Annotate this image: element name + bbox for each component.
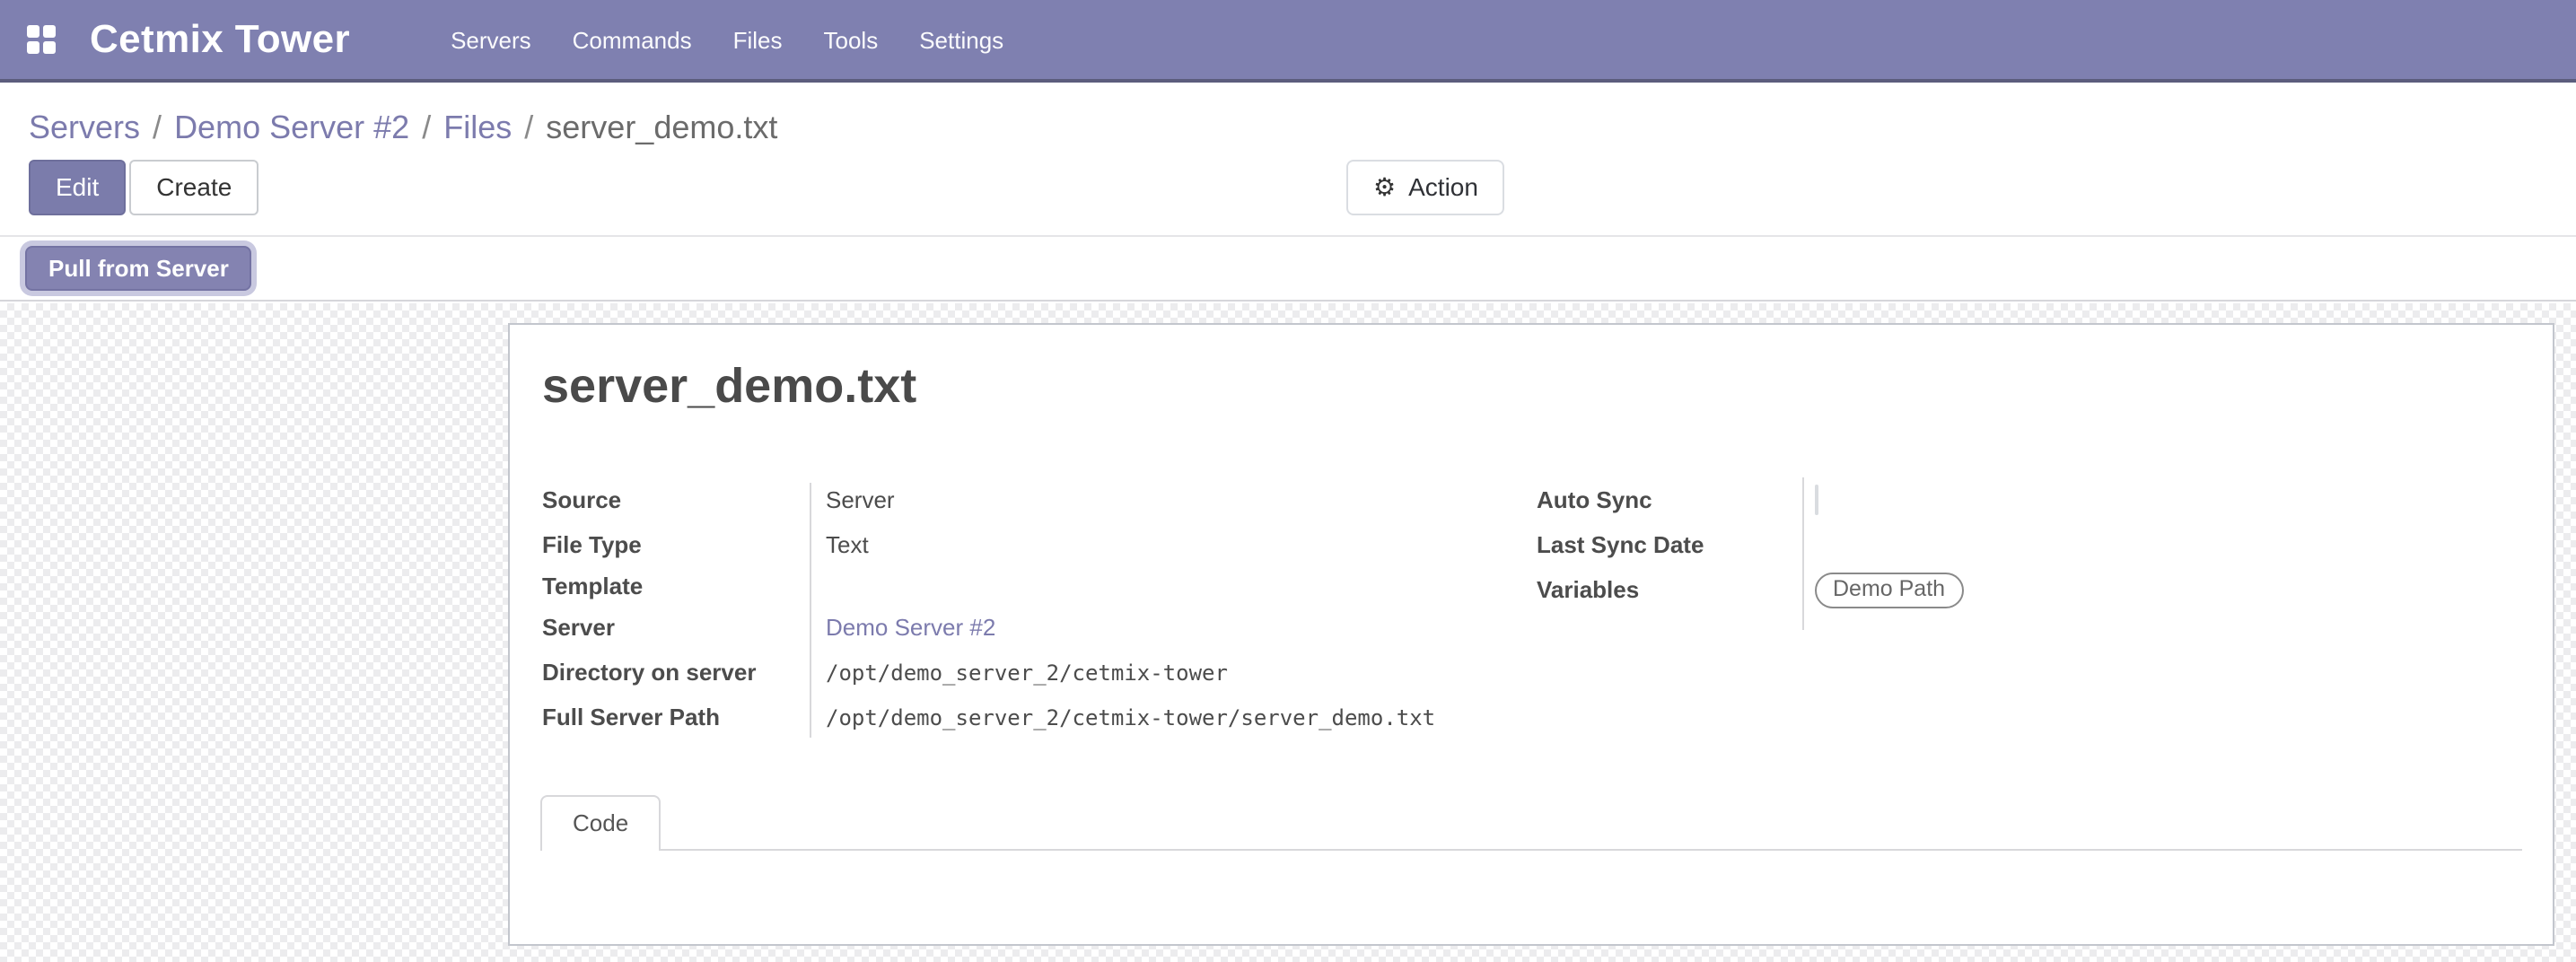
auto-sync-checkbox[interactable] — [1815, 485, 1818, 515]
control-panel: Servers / Demo Server #2 / Files / server_demo… — [0, 83, 2576, 235]
action-button-label: Action — [1408, 162, 1478, 214]
gear-icon: ⚙ — [1373, 162, 1396, 214]
tab-code[interactable]: Code — [540, 795, 661, 851]
field-row-auto-sync: Auto Sync — [1537, 477, 2291, 522]
notebook-header-line — [540, 849, 2522, 851]
apps-grid-icon[interactable] — [27, 25, 56, 54]
field-row-variables: Variables Demo Path — [1537, 567, 2291, 612]
app-brand[interactable]: Cetmix Tower — [90, 16, 350, 63]
field-label-server: Server — [542, 614, 810, 641]
breadcrumb-link-files[interactable]: Files — [443, 109, 512, 145]
form-statusbar: Pull from Server — [0, 235, 2576, 302]
field-value-directory: /opt/demo_server_2/cetmix-tower — [810, 660, 1228, 685]
field-label-source: Source — [542, 486, 810, 513]
field-value-source: Server — [810, 486, 895, 513]
pull-from-server-button[interactable]: Pull from Server — [25, 246, 252, 291]
field-row-template: Template — [542, 567, 1547, 605]
field-group-right: Auto Sync Last Sync Date Variables Demo … — [1537, 477, 2291, 612]
nav-item-servers[interactable]: Servers — [451, 26, 531, 53]
form-sheet: server_demo.txt Source Server File Type … — [508, 323, 2554, 946]
content-background: server_demo.txt Source Server File Type … — [0, 303, 2576, 962]
nav-item-settings[interactable]: Settings — [919, 26, 1003, 53]
breadcrumb-separator: / — [524, 109, 533, 145]
field-row-last-sync-date: Last Sync Date — [1537, 522, 2291, 567]
breadcrumb-link-demo-server[interactable]: Demo Server #2 — [174, 109, 409, 145]
nav-item-commands[interactable]: Commands — [573, 26, 692, 53]
edit-button[interactable]: Edit — [29, 160, 126, 215]
app-window: Cetmix Tower Servers Commands Files Tool… — [0, 0, 2576, 962]
group-separator-line — [810, 483, 811, 738]
nav-item-tools[interactable]: Tools — [824, 26, 879, 53]
field-label-template: Template — [542, 573, 810, 599]
breadcrumb-current: server_demo.txt — [546, 109, 777, 145]
breadcrumb: Servers / Demo Server #2 / Files / server_demo… — [29, 104, 2547, 151]
field-label-last-sync-date: Last Sync Date — [1537, 531, 1802, 558]
field-label-file-type: File Type — [542, 531, 810, 558]
action-button[interactable]: ⚙Action — [1346, 160, 1505, 215]
main-menu: Servers Commands Files Tools Settings — [451, 26, 1003, 53]
field-row-full-path: Full Server Path /opt/demo_server_2/cetm… — [542, 695, 1547, 739]
breadcrumb-separator: / — [153, 109, 162, 145]
field-value-full-path: /opt/demo_server_2/cetmix-tower/server_d… — [810, 704, 1435, 730]
control-panel-buttons: Edit Create — [29, 160, 2547, 215]
field-label-variables: Variables — [1537, 576, 1802, 603]
field-row-source: Source Server — [542, 477, 1547, 522]
field-label-full-path: Full Server Path — [542, 704, 810, 730]
field-value-file-type: Text — [810, 531, 869, 558]
top-navbar: Cetmix Tower Servers Commands Files Tool… — [0, 0, 2576, 83]
field-label-auto-sync: Auto Sync — [1537, 486, 1802, 513]
server-link[interactable]: Demo Server #2 — [826, 614, 995, 641]
field-group-left: Source Server File Type Text Template Se… — [542, 477, 1547, 739]
field-row-file-type: File Type Text — [542, 522, 1547, 567]
breadcrumb-link-servers[interactable]: Servers — [29, 109, 140, 145]
breadcrumb-separator: / — [422, 109, 431, 145]
field-label-directory: Directory on server — [542, 659, 810, 686]
create-button[interactable]: Create — [129, 160, 258, 215]
field-row-directory: Directory on server /opt/demo_server_2/c… — [542, 650, 1547, 695]
group-separator-line — [1802, 477, 1804, 630]
field-row-server: Server Demo Server #2 — [542, 605, 1547, 650]
variable-tag-demo-path: Demo Path — [1815, 572, 1963, 608]
page-title: server_demo.txt — [542, 354, 916, 418]
nav-item-files[interactable]: Files — [733, 26, 783, 53]
